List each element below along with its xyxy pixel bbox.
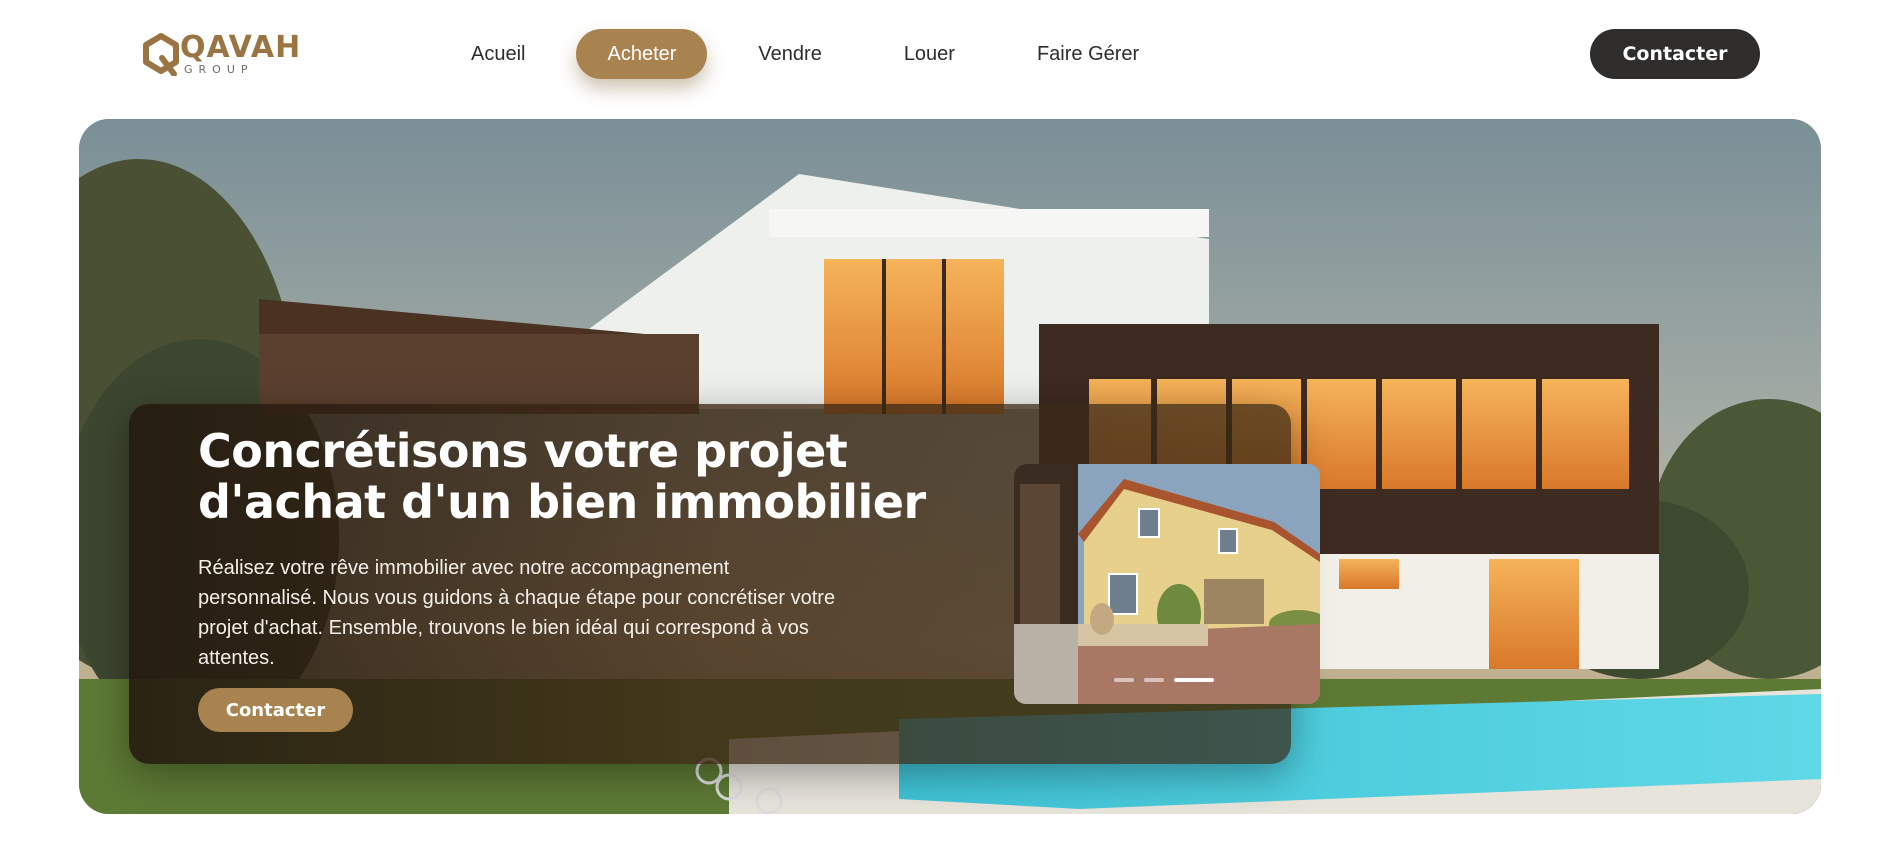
hero-contact-button[interactable]: Contacter <box>198 688 353 732</box>
logo-q-icon <box>143 33 179 76</box>
brand-name: QAVAH <box>180 30 302 65</box>
property-photo <box>1014 464 1320 704</box>
main-nav: Acueil Acheter Vendre Louer Faire Gérer <box>440 29 1190 79</box>
nav-item-acheter[interactable]: Acheter <box>576 29 708 79</box>
hero-card: Concrétisons votre projet d'achat d'un b… <box>129 404 1320 764</box>
nav-item-acueil[interactable]: Acueil <box>440 29 556 79</box>
brand-logo[interactable]: QAVAH GROUP <box>140 30 300 78</box>
hero-description: Réalisez votre rêve immobilier avec notr… <box>198 557 836 669</box>
brand-subtitle: GROUP <box>184 63 254 76</box>
header-contact-button[interactable]: Contacter <box>1590 29 1760 79</box>
hero-title: Concrétisons votre projet d'achat d'un b… <box>198 424 926 529</box>
nav-item-faire-gerer[interactable]: Faire Gérer <box>1006 29 1170 79</box>
nav-item-louer[interactable]: Louer <box>873 29 986 79</box>
carousel-dot-2[interactable] <box>1144 678 1164 682</box>
carousel-dot-1[interactable] <box>1114 678 1134 682</box>
carousel-indicators <box>1114 678 1224 682</box>
nav-item-vendre[interactable]: Vendre <box>727 29 852 79</box>
property-carousel[interactable] <box>1014 464 1320 704</box>
carousel-dot-3[interactable] <box>1174 678 1214 682</box>
hero-section: Concrétisons votre projet d'achat d'un b… <box>79 119 1821 814</box>
site-header: QAVAH GROUP Acueil Acheter Vendre Louer … <box>0 0 1896 108</box>
